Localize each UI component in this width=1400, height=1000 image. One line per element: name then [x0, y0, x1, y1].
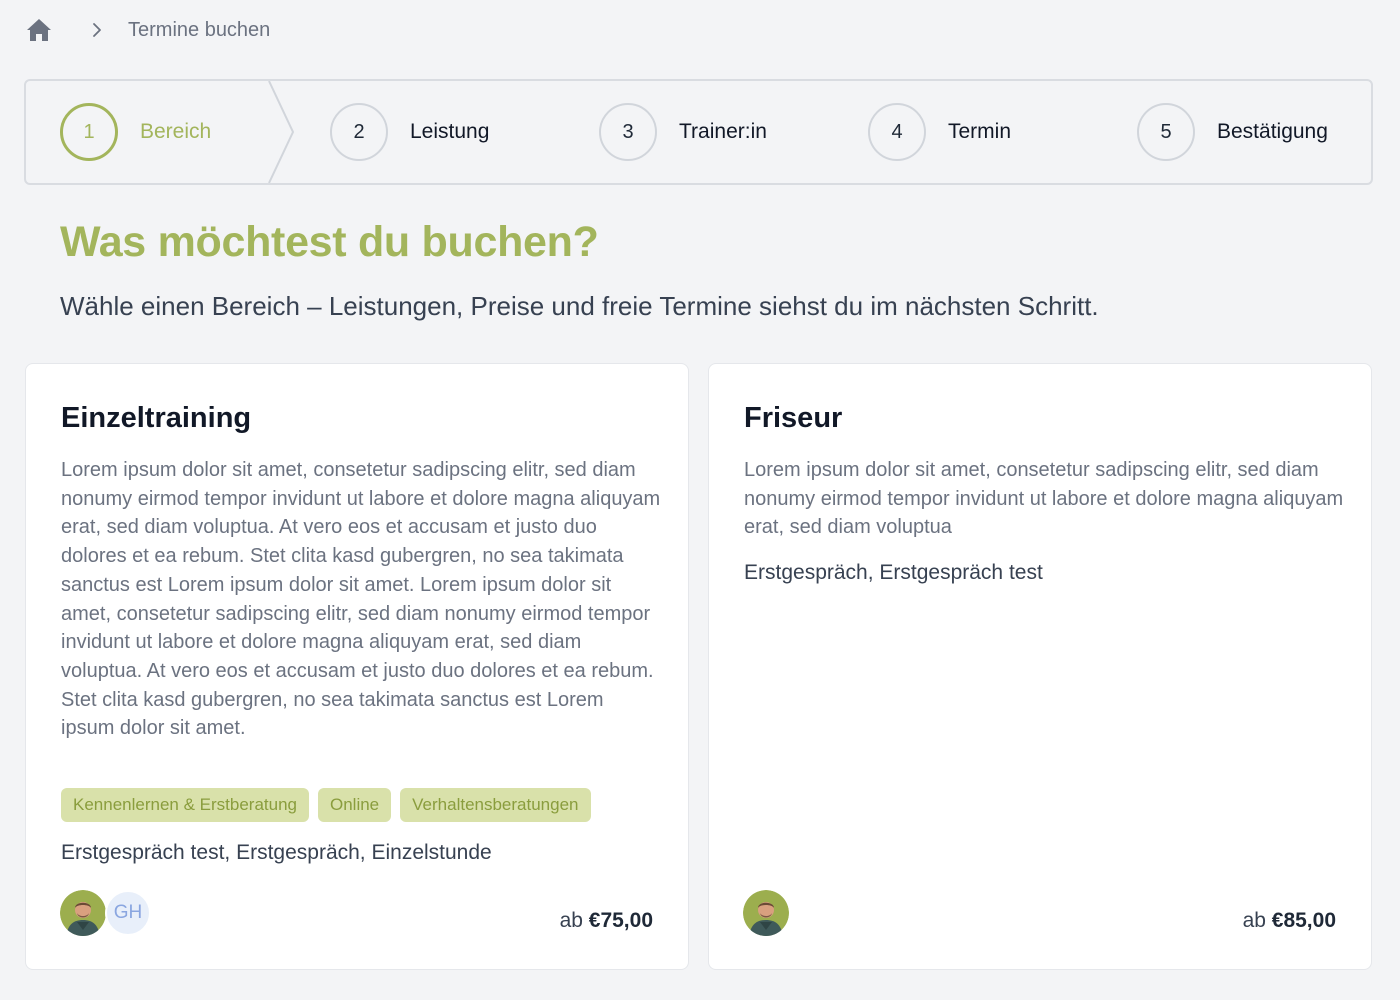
step-number: 1	[60, 103, 118, 161]
booking-stepper: 1 Bereich 2 Leistung 3 Trainer:in 4 Term…	[24, 79, 1373, 185]
home-icon[interactable]	[26, 17, 52, 43]
card-services: Erstgespräch, Erstgespräch test	[744, 561, 1043, 584]
trainer-avatars: GH	[60, 890, 151, 936]
card-title: Einzeltraining	[61, 402, 252, 434]
card-price: ab €75,00	[560, 909, 653, 933]
step-bereich[interactable]: 1 Bereich	[60, 81, 211, 183]
tag-list: Kennenlernen & Erstberatung Online Verha…	[61, 788, 591, 822]
step-number: 2	[330, 103, 388, 161]
avatar-initials: GH	[105, 890, 151, 936]
chevron-right-icon	[92, 22, 102, 38]
area-card-einzeltraining[interactable]: Einzeltraining Lorem ipsum dolor sit ame…	[25, 363, 689, 970]
area-card-friseur[interactable]: Friseur Lorem ipsum dolor sit amet, cons…	[708, 363, 1372, 970]
breadcrumb-current: Termine buchen	[128, 18, 271, 41]
card-services: Erstgespräch test, Erstgespräch, Einzels…	[61, 841, 492, 864]
avatar	[60, 890, 106, 936]
price-amount: €85,00	[1271, 909, 1336, 932]
step-leistung[interactable]: 2 Leistung	[330, 81, 489, 183]
page-title: Was möchtest du buchen?	[60, 218, 599, 266]
step-label: Termin	[948, 120, 1012, 143]
card-description: Lorem ipsum dolor sit amet, consetetur s…	[61, 459, 661, 740]
price-prefix: ab	[559, 909, 583, 932]
step-number: 5	[1137, 103, 1195, 161]
step-label: Leistung	[410, 120, 490, 143]
page-subtitle: Wähle einen Bereich – Leistungen, Preise…	[60, 291, 1099, 321]
card-title: Friseur	[744, 402, 843, 434]
breadcrumb: Termine buchen	[26, 14, 270, 46]
step-label: Bestätigung	[1217, 120, 1328, 143]
price-amount: €75,00	[588, 909, 653, 932]
card-price: ab €85,00	[1243, 909, 1336, 933]
step-divider-arrow	[268, 81, 295, 183]
trainer-avatars	[743, 890, 789, 936]
tag: Verhaltensberatungen	[400, 788, 591, 822]
step-label: Trainer:in	[679, 120, 767, 143]
step-label: Bereich	[140, 120, 212, 143]
step-number: 4	[868, 103, 926, 161]
price-prefix: ab	[1242, 909, 1266, 932]
step-number: 3	[599, 103, 657, 161]
step-termin[interactable]: 4 Termin	[868, 81, 1011, 183]
avatar	[743, 890, 789, 936]
step-bestaetigung[interactable]: 5 Bestätigung	[1137, 81, 1328, 183]
card-description: Lorem ipsum dolor sit amet, consetetur s…	[744, 459, 1344, 539]
tag: Kennenlernen & Erstberatung	[61, 788, 309, 822]
step-trainerin[interactable]: 3 Trainer:in	[599, 81, 767, 183]
tag: Online	[318, 788, 392, 822]
